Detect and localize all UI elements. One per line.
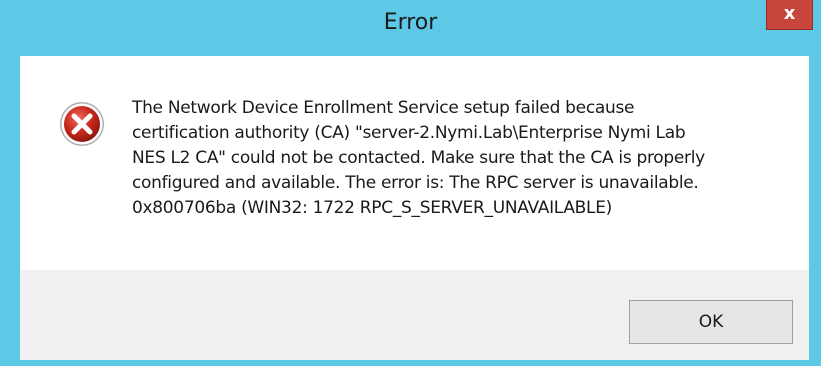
button-bar: OK (20, 270, 809, 360)
error-message: The Network Device Enrollment Service se… (132, 96, 792, 221)
error-icon (60, 102, 104, 146)
ok-button[interactable]: OK (629, 300, 793, 344)
dialog-content: The Network Device Enrollment Service se… (20, 56, 809, 270)
error-message-line: NES L2 CA" could not be contacted. Make … (132, 148, 705, 168)
error-message-line: configured and available. The error is: … (132, 173, 699, 193)
window-title: Error (383, 10, 438, 35)
dialog-client-area: The Network Device Enrollment Service se… (20, 56, 809, 360)
error-dialog-window: Error x The Network Device Enrollment Se… (0, 0, 821, 366)
error-message-line: 0x800706ba (WIN32: 1722 RPC_S_SERVER_UNA… (132, 198, 612, 218)
error-message-line: certification authority (CA) "server-2.N… (132, 123, 686, 143)
close-button[interactable]: x (766, 0, 813, 30)
error-message-line: The Network Device Enrollment Service se… (132, 98, 635, 118)
title-bar[interactable]: Error x (0, 0, 821, 56)
